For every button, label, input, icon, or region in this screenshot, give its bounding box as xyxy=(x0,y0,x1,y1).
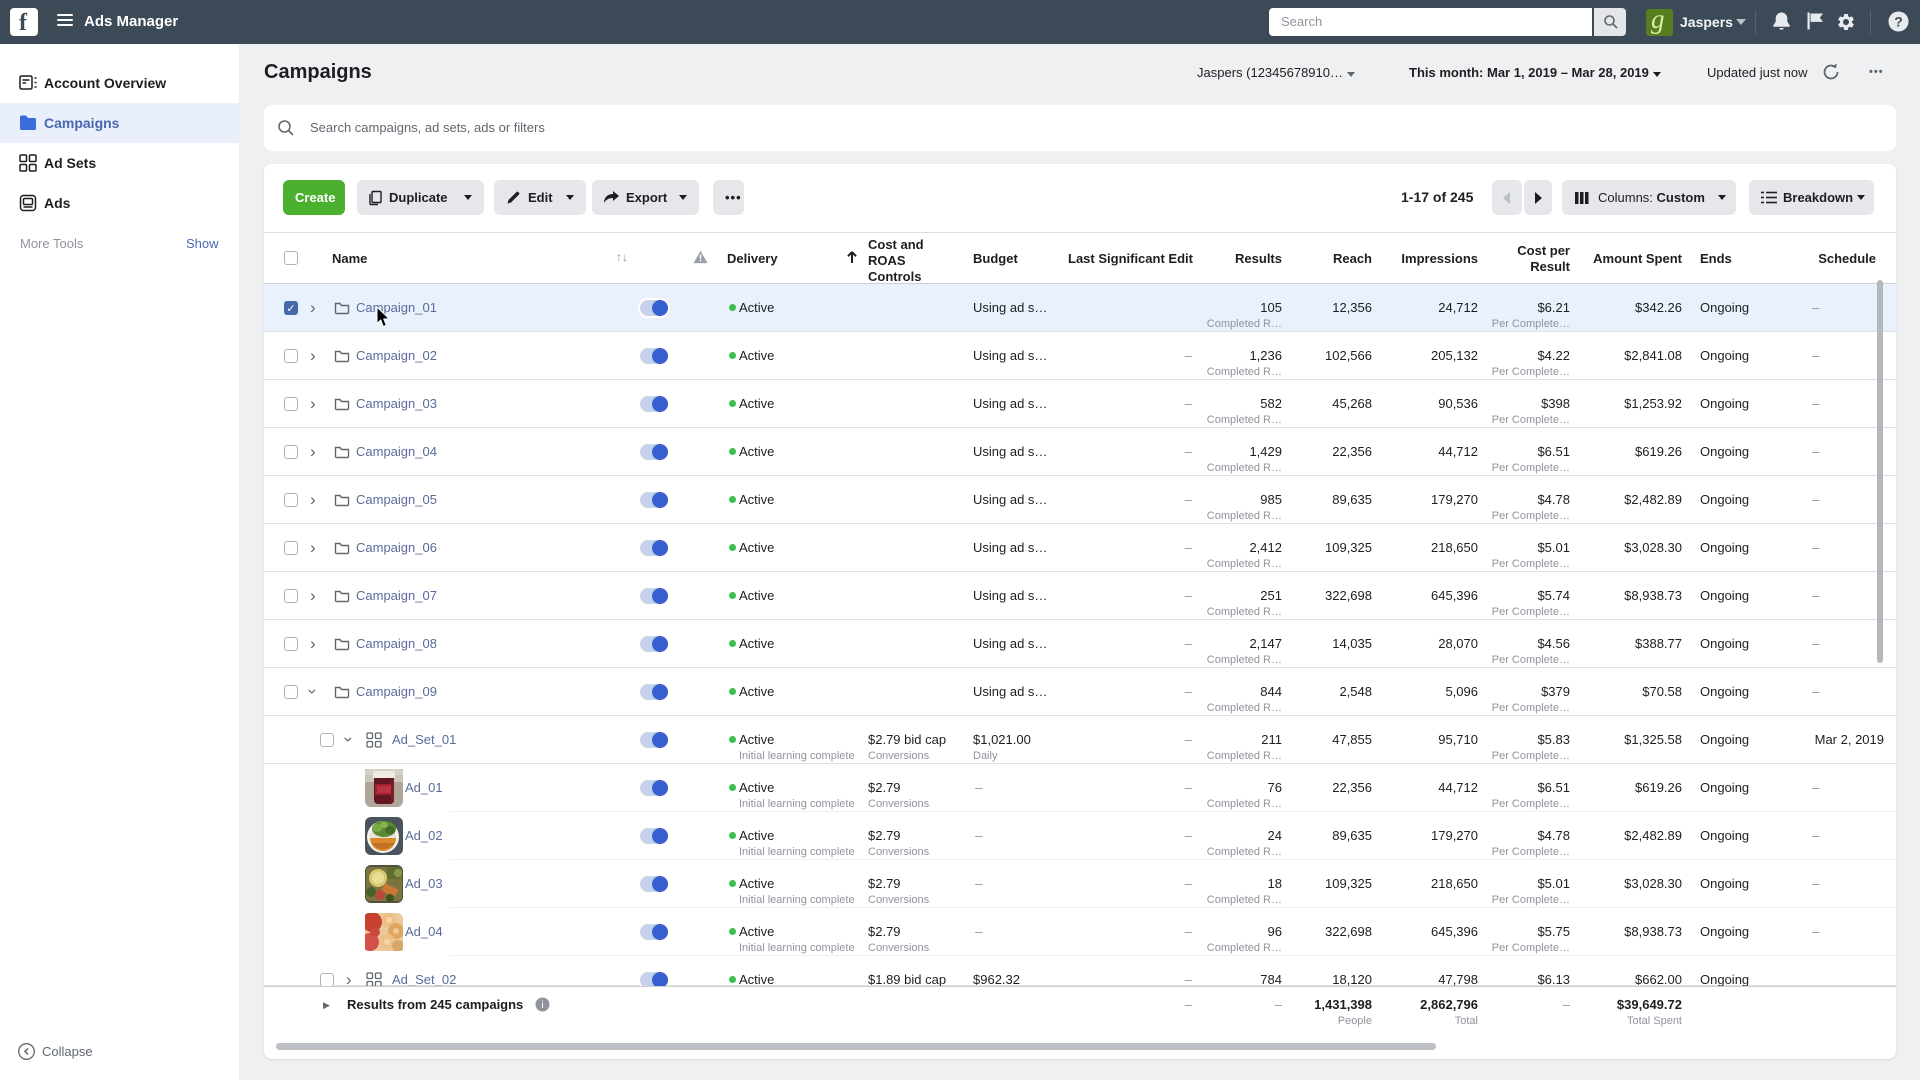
svg-text:?: ? xyxy=(1894,14,1903,30)
svg-text:i: i xyxy=(541,1000,543,1011)
